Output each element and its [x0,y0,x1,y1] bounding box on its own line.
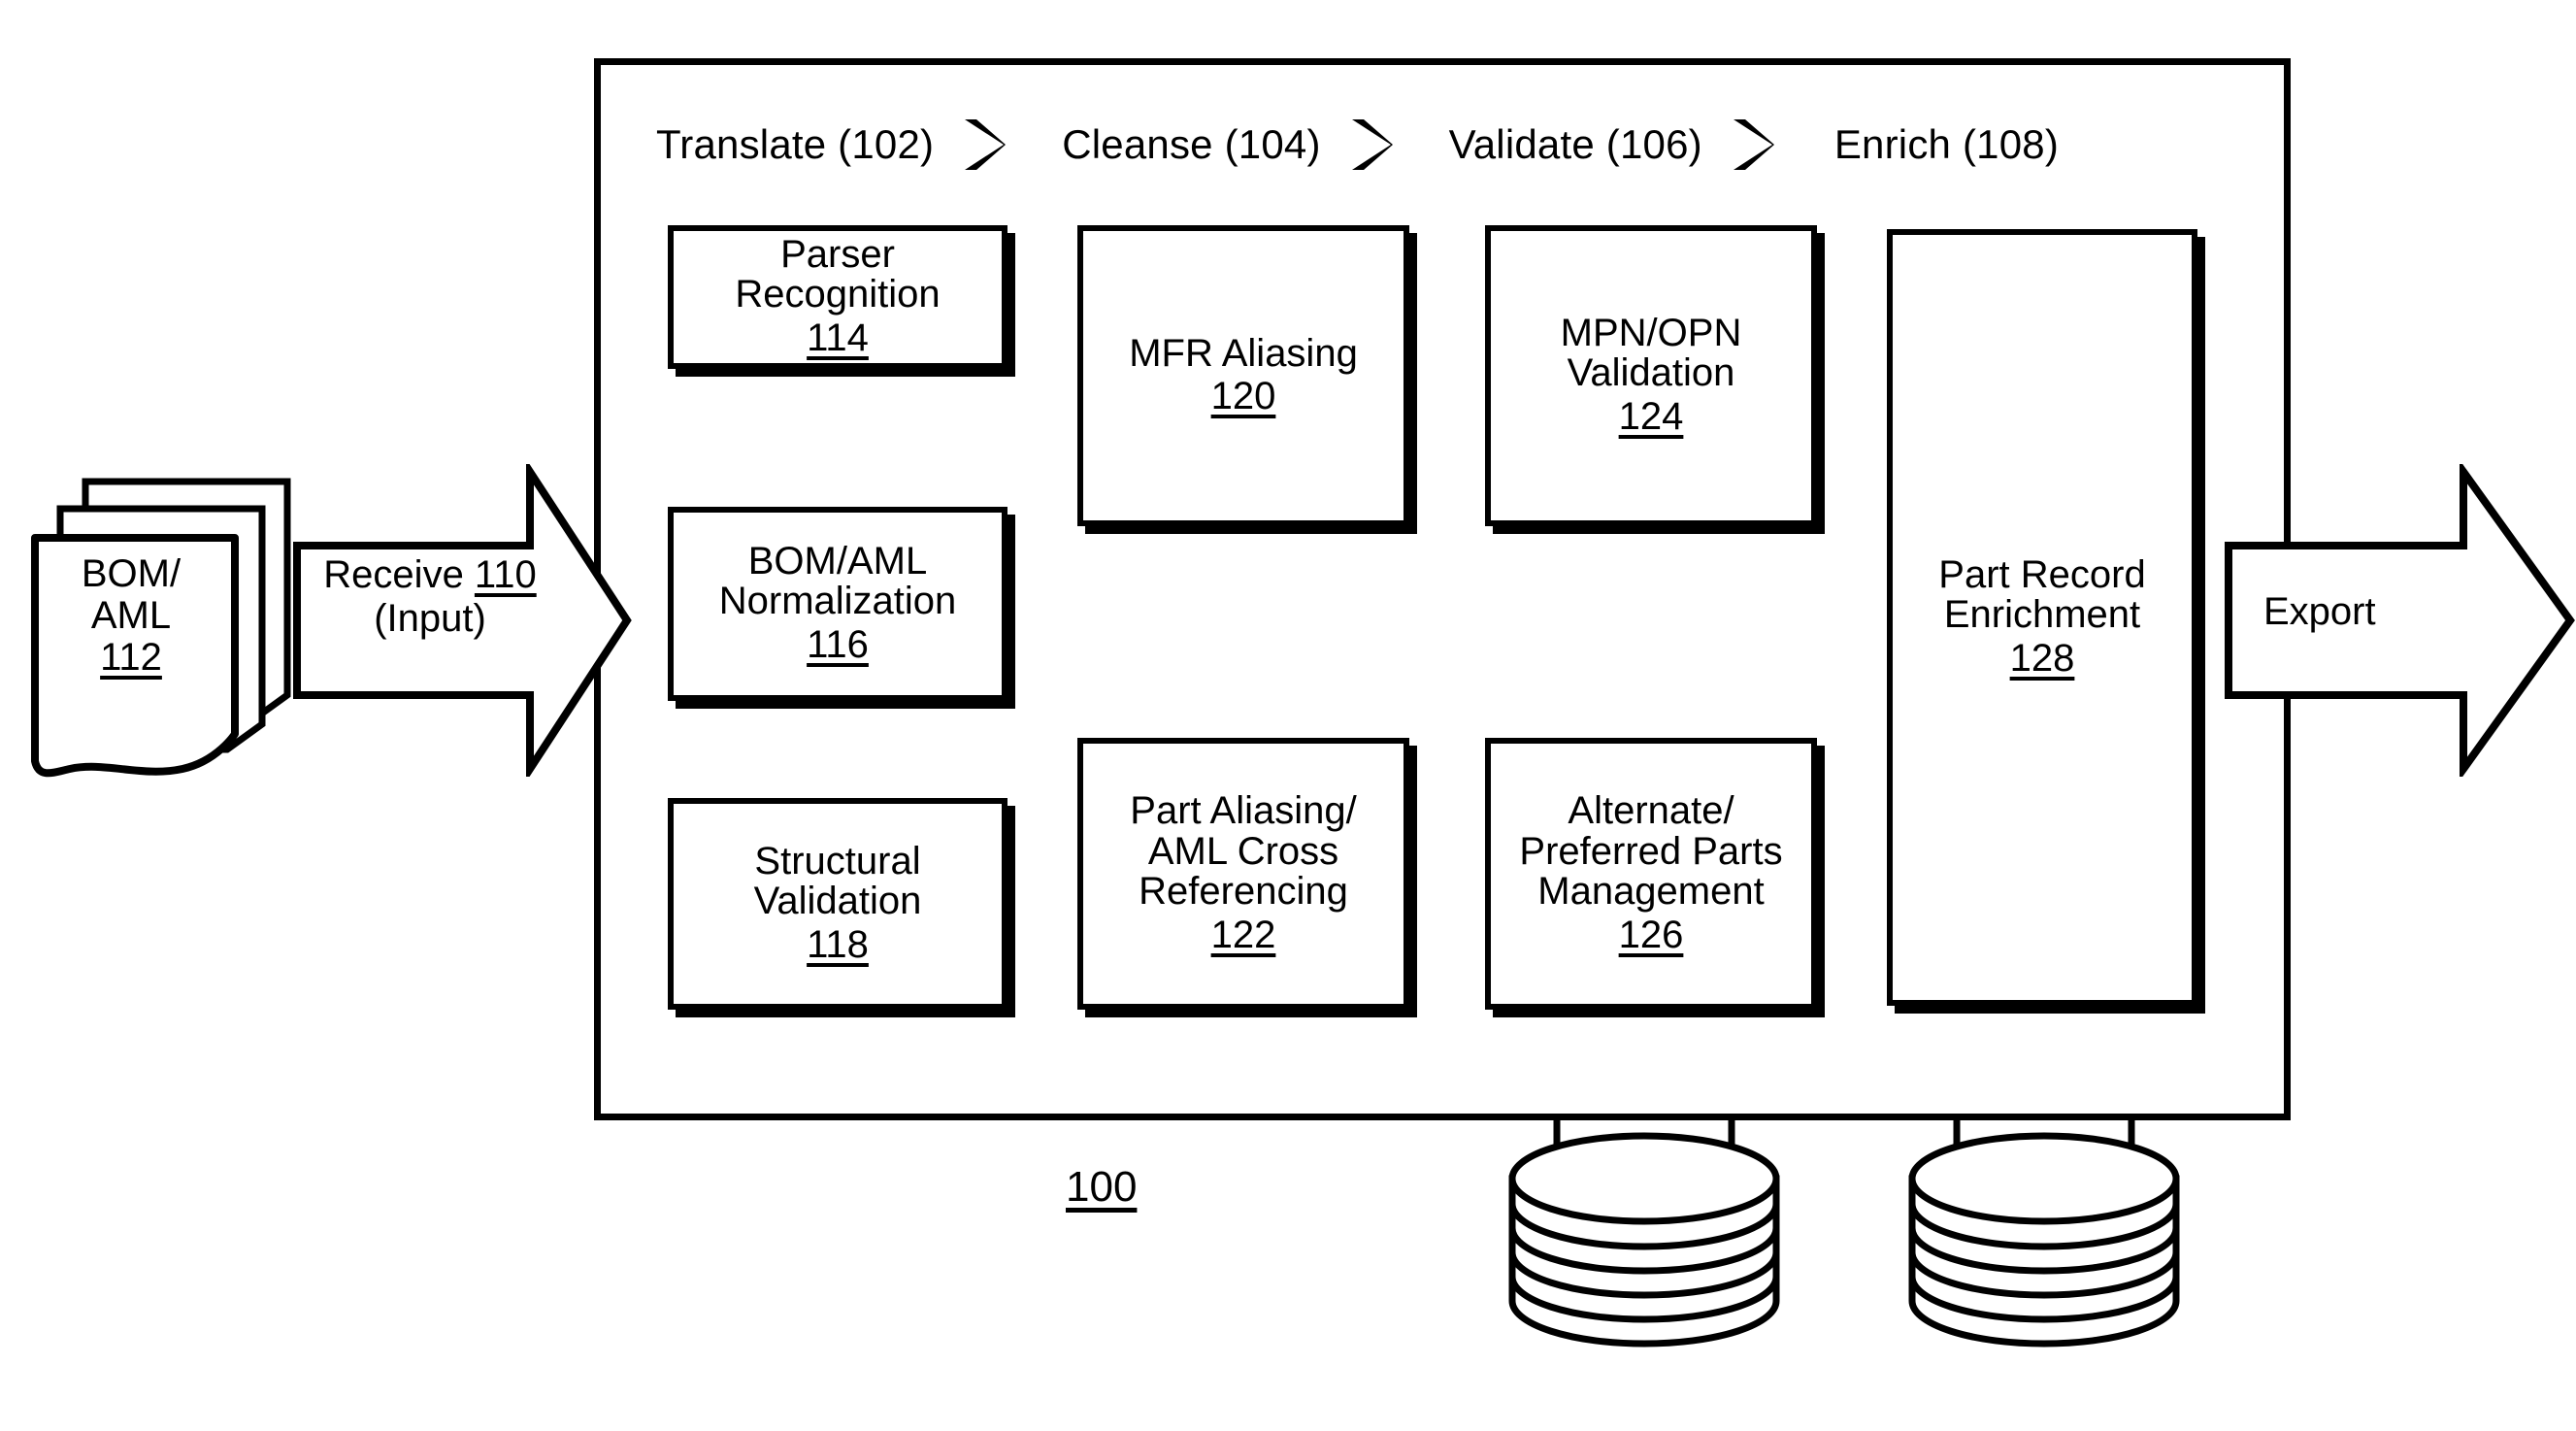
process-box-bom-aml-normalization[interactable]: BOM/AML Normalization 116 [668,507,1007,701]
process-box-parser-recognition[interactable]: Parser Recognition 114 [668,225,1007,369]
process-box-label: Structural Validation [753,839,922,923]
process-box-number: 128 [2009,637,2075,680]
process-box-label: Parser Recognition [735,232,941,316]
process-box-number: 114 [807,316,869,359]
receive-arrow-line1: Receive 110 [323,553,537,596]
patent-figure-canvas: Translate (102) Cleanse (104) Validate (… [0,0,2576,1431]
phase-label-translate: Translate (102) [656,121,935,167]
process-box-number: 126 [1618,913,1684,956]
process-box-part-record-enrichment[interactable]: Part Record Enrichment 128 [1887,229,2197,1006]
process-box-label: Alternate/ Preferred Parts Management [1519,789,1783,914]
process-box-number: 122 [1210,913,1276,956]
export-arrow-label: Export [2263,590,2376,633]
receive-arrow-label-group: Receive 110 (Input) [303,553,557,641]
process-box-number: 120 [1210,375,1276,418]
double-chevron-right-icon-3 [1733,119,1774,170]
process-box-alternate-preferred-parts-management[interactable]: Alternate/ Preferred Parts Management 12… [1485,738,1817,1010]
input-document-number: 112 [100,636,162,680]
process-box-label: MFR Aliasing [1129,331,1358,375]
database-disk-stack-icon-2 [1902,1118,2186,1361]
process-box-mfr-aliasing[interactable]: MFR Aliasing 120 [1077,225,1409,526]
process-box-label: Part Record Enrichment [1938,552,2146,637]
phase-label-validate: Validate (106) [1448,121,1702,167]
double-chevron-right-icon-1 [965,119,1007,170]
database-disk-stack-icon-1 [1503,1118,1786,1361]
double-chevron-right-icon-2 [1351,119,1393,170]
process-box-structural-validation[interactable]: Structural Validation 118 [668,798,1007,1010]
process-box-number: 116 [807,623,869,666]
process-box-label: BOM/AML Normalization [718,539,957,623]
process-box-number: 118 [807,923,869,966]
phase-header-row: Translate (102) Cleanse (104) Validate (… [621,107,2271,183]
input-document-title: BOM/ AML [81,552,182,638]
process-box-number: 124 [1618,395,1684,438]
process-box-label: Part Aliasing/ AML Cross Referencing [1130,789,1357,914]
phase-label-cleanse: Cleanse (104) [1062,121,1321,167]
input-document-label-group: BOM/ AML 112 [39,552,223,680]
process-box-label: MPN/OPN Validation [1560,311,1742,395]
process-box-mpn-opn-validation[interactable]: MPN/OPN Validation 124 [1485,225,1817,526]
receive-arrow-line2: (Input) [374,596,486,640]
process-box-part-aliasing-aml-cross-referencing[interactable]: Part Aliasing/ AML Cross Referencing 122 [1077,738,1409,1010]
receive-arrow-number: 110 [474,553,537,596]
figure-reference-number: 100 [1066,1163,1138,1211]
phase-label-enrich: Enrich (108) [1833,121,2060,167]
